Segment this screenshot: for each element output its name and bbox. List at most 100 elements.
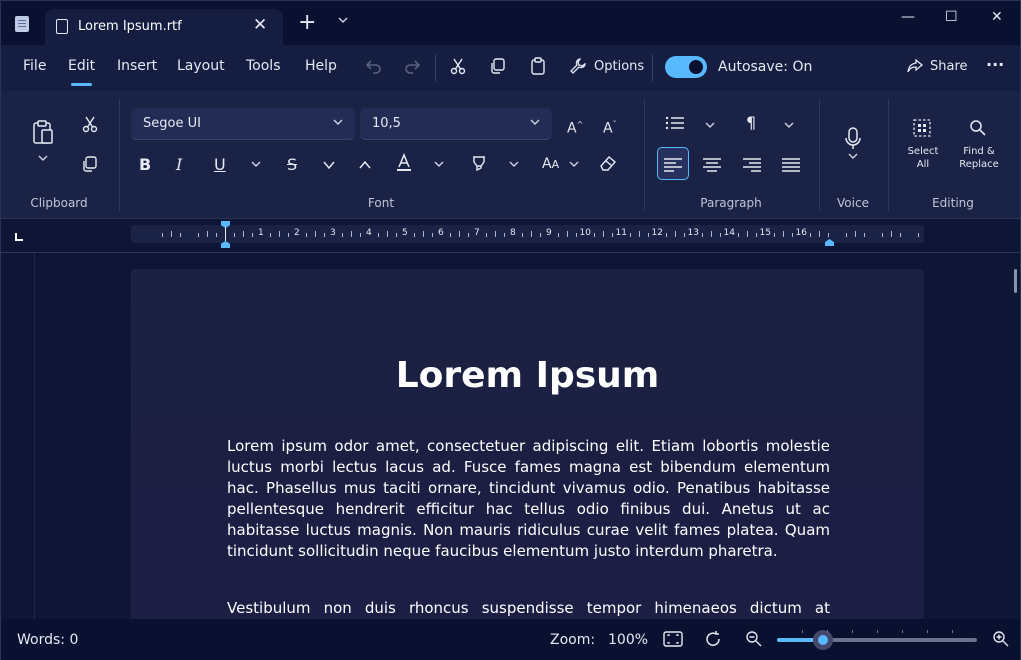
ruler-number: 9 [546,228,552,238]
ruler-tick [252,233,253,237]
minimize-button[interactable]: — [901,9,915,25]
title-bar[interactable]: Lorem Ipsum.rtf ✕ + — ☐ ✕ [1,1,1020,45]
zoom-slider[interactable] [777,630,977,650]
divider [652,55,653,81]
right-indent-marker[interactable] [825,239,834,246]
tab-title: Lorem Ipsum.rtf [78,19,182,34]
refresh-icon[interactable] [704,630,722,653]
ruler-tick [423,231,424,237]
document-tab[interactable]: Lorem Ipsum.rtf ✕ [45,9,283,45]
grow-font-icon[interactable]: A^ [567,115,583,139]
close-window-button[interactable]: ✕ [991,9,1003,25]
ruler-tick [351,231,352,237]
group-label-font: Font [367,196,395,210]
paste-options-chevron-icon[interactable] [37,151,49,171]
find-replace-icon[interactable] [969,119,987,142]
ruler-tick [288,233,289,237]
voice-chevron-icon[interactable] [847,149,859,169]
divider [435,55,436,81]
menu-file[interactable]: File [23,58,46,74]
share-icon[interactable] [906,57,924,80]
tab-list-chevron-icon[interactable] [337,14,349,29]
select-all-icon[interactable] [913,119,931,142]
underline-options-chevron-icon[interactable] [250,157,262,177]
vertical-scrollbar[interactable] [1014,269,1017,293]
font-color-icon[interactable] [396,153,412,178]
list-options-chevron-icon[interactable] [704,118,716,138]
strikethrough-icon[interactable]: S [287,155,297,175]
zoom-in-icon[interactable] [992,630,1010,653]
align-right-icon[interactable] [742,157,762,177]
change-case-icon[interactable]: AA [542,154,559,175]
copy-ribbon-icon[interactable] [81,155,99,178]
align-left-icon[interactable] [663,157,683,177]
document-page[interactable]: Lorem Ipsum Lorem ipsum odor amet, conse… [131,269,924,619]
cut-icon[interactable] [449,57,467,80]
share-button[interactable]: Share [930,59,968,74]
font-color-chevron-icon[interactable] [433,157,445,177]
undo-icon[interactable] [365,57,383,80]
subscript-chevron-icon[interactable] [322,157,336,177]
group-divider [644,99,645,211]
paragraph-2[interactable]: Vestibulum non duis rhoncus suspendisse … [227,598,830,619]
left-indent-marker[interactable] [221,241,230,248]
ruler-number: 2 [294,228,300,238]
document-canvas[interactable]: Lorem Ipsum Lorem ipsum odor amet, conse… [1,253,1020,619]
wrench-icon[interactable] [569,57,587,80]
ruler-tick [495,231,496,237]
document-icon [56,19,68,34]
ruler-number: 5 [402,228,408,238]
bullet-list-icon[interactable] [665,115,685,136]
ruler-tick [639,231,640,237]
highlighter-chevron-icon[interactable] [508,157,520,177]
more-options-icon[interactable]: ··· [986,55,1004,75]
paragraph-options-chevron-icon[interactable] [783,118,795,138]
paste-large-icon[interactable] [31,119,55,150]
group-label-clipboard: Clipboard [30,196,88,210]
zoom-slider-thumb[interactable] [813,630,833,650]
fit-page-icon[interactable] [663,630,683,653]
font-size-dropdown[interactable]: 10,5 [360,108,552,140]
zoom-value[interactable]: 100% [608,632,648,648]
paste-icon[interactable] [529,57,547,80]
eraser-icon[interactable] [598,154,618,177]
italic-icon[interactable]: I [176,155,182,175]
copy-icon[interactable] [489,57,507,80]
menu-help[interactable]: Help [305,58,337,74]
font-name-dropdown[interactable]: Segoe UI [131,108,355,140]
ruler-tick [738,233,739,237]
paragraph-marks-icon[interactable]: ¶ [746,113,756,133]
change-case-chevron-icon[interactable] [568,157,580,177]
ruler-tick [702,233,703,237]
autosave-toggle[interactable] [665,56,707,78]
shrink-font-icon[interactable]: Aˇ [603,115,617,139]
word-count: Words: 0 [17,632,79,648]
zoom-out-icon[interactable] [745,630,763,653]
ruler-number: 11 [615,228,627,238]
tab-close-icon[interactable]: ✕ [253,15,267,35]
underline-icon[interactable]: U [214,155,226,175]
ruler-tick [720,233,721,237]
align-center-icon[interactable] [702,157,722,177]
group-divider [819,99,820,211]
menu-insert[interactable]: Insert [117,58,157,74]
menu-layout[interactable]: Layout [177,58,225,74]
tab-stop-selector[interactable] [15,233,23,244]
cut-ribbon-icon[interactable] [81,115,99,138]
new-tab-button[interactable]: + [298,12,316,34]
redo-icon[interactable] [403,57,421,80]
paragraph-1[interactable]: Lorem ipsum odor amet, consectetuer adip… [227,436,830,562]
maximize-button[interactable]: ☐ [945,9,958,25]
highlighter-icon[interactable] [470,154,488,177]
bold-icon[interactable]: B [139,155,151,175]
document-title[interactable]: Lorem Ipsum [131,355,924,396]
options-button[interactable]: Options [594,59,644,74]
select-all-button[interactable]: Select All [901,145,945,171]
ruler-tick [531,231,532,237]
justify-icon[interactable] [781,157,801,177]
menu-tools[interactable]: Tools [246,58,281,74]
menu-edit[interactable]: Edit [68,58,95,86]
find-replace-button[interactable]: Find & Replace [955,145,1003,171]
superscript-chevron-icon[interactable] [358,157,372,177]
horizontal-ruler[interactable]: 1 2 3 4 5 6 7 8 9 10 11 12 13 14 15 16 [131,221,924,248]
